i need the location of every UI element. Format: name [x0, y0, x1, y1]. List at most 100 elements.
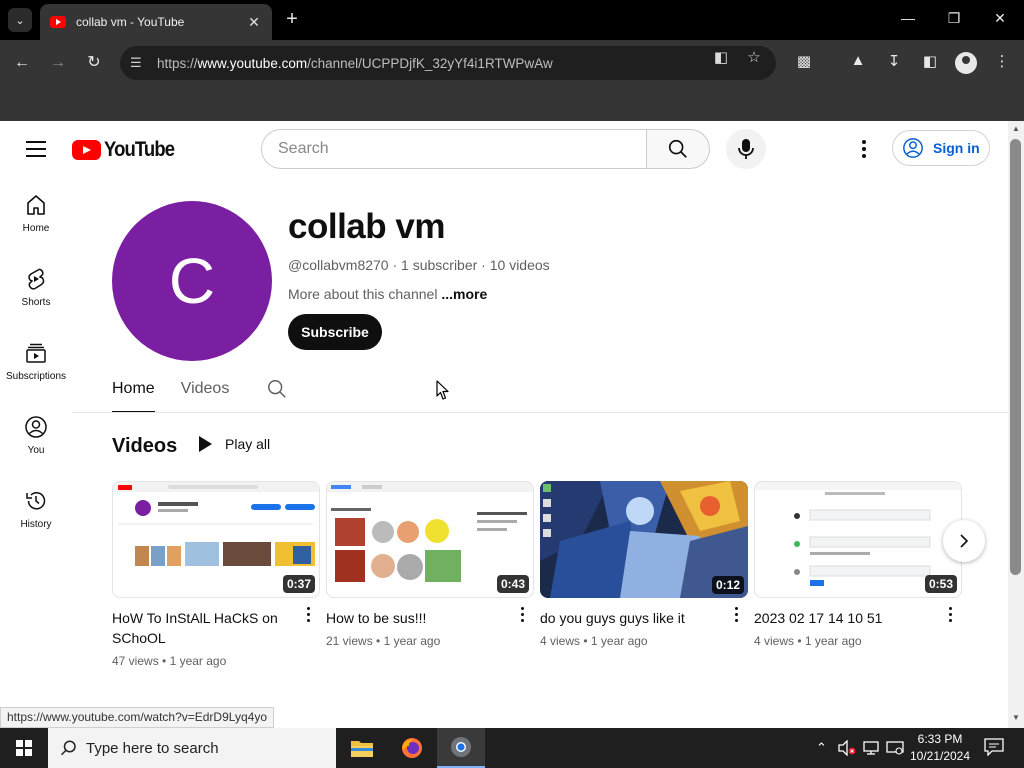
windows-start-icon[interactable] — [16, 740, 32, 756]
tab-videos[interactable]: Videos — [181, 365, 230, 413]
bookmarks-bar — [0, 86, 1024, 121]
link-status-bubble: https://www.youtube.com/watch?v=EdrD9Lyq… — [0, 707, 275, 728]
address-bar[interactable]: ☰ https://www.youtube.com/channel/UCPPDj… — [120, 46, 776, 80]
subscribe-button[interactable]: Subscribe — [288, 314, 382, 350]
extensions-icon[interactable]: ▩ — [793, 52, 815, 70]
firefox-icon — [402, 738, 422, 758]
guide-item-shorts[interactable]: Shorts — [0, 251, 72, 325]
taskbar-chrome[interactable] — [437, 728, 485, 768]
video-card[interactable]: 0:53 2023 02 17 14 10 51 4 views • 1 yea… — [754, 481, 962, 648]
video-menu-icon[interactable] — [510, 607, 534, 622]
tray-overflow-chevron-icon[interactable]: ⌃ — [816, 740, 827, 756]
sign-in-button[interactable]: Sign in — [892, 130, 990, 166]
shorts-icon — [28, 268, 45, 290]
video-thumbnail[interactable]: 0:12 — [540, 481, 748, 598]
settings-more-icon[interactable] — [852, 137, 876, 161]
back-icon[interactable]: ← — [11, 52, 33, 74]
scroll-up-icon[interactable]: ▲ — [1012, 124, 1020, 133]
youtube-wordmark: YouTube — [104, 138, 175, 161]
tab-search-dropdown-icon[interactable]: ⌄ — [8, 8, 32, 32]
microphone-icon — [738, 139, 754, 159]
video-card[interactable]: 0:12 do you guys guys like it 4 views • … — [540, 481, 748, 648]
scroll-down-icon[interactable]: ▼ — [1012, 713, 1020, 722]
guide-item-subscriptions[interactable]: Subscriptions — [0, 325, 72, 399]
guide-menu-icon[interactable] — [26, 141, 46, 157]
video-title[interactable]: 2023 02 17 14 10 51 — [754, 608, 962, 628]
voice-search-button[interactable] — [726, 129, 766, 169]
restore-icon[interactable]: ❐ — [944, 10, 964, 27]
taskbar-firefox[interactable] — [388, 728, 436, 768]
guide-item-home[interactable]: Home — [0, 177, 72, 251]
bookmark-star-icon[interactable]: ☆ — [744, 48, 764, 66]
search-input[interactable] — [278, 140, 646, 158]
subscriptions-icon — [26, 343, 46, 363]
page-scrollbar[interactable]: ▲ ▼ — [1008, 121, 1024, 728]
guide-label: Subscriptions — [5, 371, 67, 382]
play-icon — [199, 436, 212, 452]
tab-title: collab vm - YouTube — [76, 15, 185, 29]
downloads-icon[interactable]: ↧ — [883, 52, 905, 70]
channel-avatar[interactable]: C — [112, 201, 272, 361]
display-icon[interactable] — [886, 740, 904, 759]
video-card[interactable]: 0:37 HoW To InStAlL HaCkS on SChoOL 47 v… — [112, 481, 320, 668]
video-thumbnail[interactable]: 0:53 — [754, 481, 962, 598]
folder-icon — [351, 741, 373, 757]
volume-muted-icon[interactable] — [838, 739, 856, 759]
clock-time: 6:33 PM — [917, 732, 963, 746]
search-button[interactable] — [646, 129, 710, 169]
video-title[interactable]: do you guys guys like it — [540, 608, 748, 628]
browser-tabbar: ⌄ collab vm - YouTube ✕ + — ❐ ✕ — [0, 0, 1024, 40]
video-meta: 47 views • 1 year ago — [112, 654, 227, 668]
video-duration: 0:12 — [711, 576, 744, 594]
reload-icon[interactable]: ↻ — [83, 52, 105, 74]
forward-icon[interactable]: → — [47, 52, 69, 74]
youtube-logo[interactable]: YouTube — [72, 138, 184, 162]
network-icon[interactable] — [862, 740, 880, 759]
guide-label: History — [20, 519, 52, 530]
shelf-title[interactable]: Videos — [112, 435, 177, 458]
video-title[interactable]: How to be sus!!! — [326, 608, 534, 628]
guide-item-history[interactable]: History — [0, 473, 72, 547]
video-meta: 21 views • 1 year ago — [326, 634, 441, 648]
tab-close-icon[interactable]: ✕ — [246, 14, 262, 31]
play-all-label: Play all — [225, 436, 271, 452]
address-url[interactable]: https://www.youtube.com/channel/UCPPDjfK… — [157, 56, 553, 71]
video-menu-icon[interactable] — [724, 607, 748, 622]
scrollbar-thumb[interactable] — [1010, 139, 1021, 575]
sign-in-label: Sign in — [933, 140, 980, 156]
search-icon — [60, 740, 76, 756]
video-thumbnail[interactable]: 0:37 — [112, 481, 320, 598]
new-tab-icon[interactable]: + — [282, 9, 302, 29]
video-card[interactable]: 0:43 How to be sus!!! 21 views • 1 year … — [326, 481, 534, 648]
more-link[interactable]: ...more — [441, 286, 487, 302]
taskbar-file-explorer[interactable] — [338, 728, 386, 768]
side-panel-icon[interactable]: ◧ — [919, 52, 941, 70]
youtube-page: YouTube Sign in Home Shorts Subscription… — [0, 121, 1024, 728]
notifications-icon[interactable] — [984, 738, 1004, 759]
browser-toolbar: ← → ↻ ☰ https://www.youtube.com/channel/… — [0, 40, 1024, 86]
shelf-next-button[interactable] — [943, 520, 985, 562]
channel-about[interactable]: More about this channel ...more — [288, 286, 487, 302]
taskbar-search-box[interactable]: Type here to search — [48, 728, 336, 768]
play-all-button[interactable]: Play all — [195, 436, 270, 452]
video-thumbnail[interactable]: 0:43 — [326, 481, 534, 598]
minimize-icon[interactable]: — — [898, 10, 918, 26]
video-meta: 4 views • 1 year ago — [540, 634, 648, 648]
video-menu-icon[interactable] — [296, 607, 320, 622]
labs-flask-icon[interactable]: ▲ — [847, 52, 869, 69]
channel-name: collab vm — [288, 207, 445, 246]
channel-meta: @collabvm8270 · 1 subscriber · 10 videos — [288, 257, 550, 273]
site-info-icon[interactable]: ☰ — [130, 55, 152, 71]
taskbar-clock[interactable]: 6:33 PM 10/21/2024 — [906, 731, 974, 765]
mouse-cursor-icon — [436, 380, 449, 400]
profile-avatar-icon[interactable] — [955, 52, 977, 74]
video-menu-icon[interactable] — [938, 607, 962, 622]
browser-tab-active[interactable]: collab vm - YouTube ✕ — [40, 4, 272, 40]
close-window-icon[interactable]: ✕ — [990, 10, 1010, 27]
install-app-icon[interactable]: ◧ — [711, 48, 731, 66]
chrome-menu-icon[interactable]: ⋮ — [991, 52, 1013, 70]
guide-item-you[interactable]: You — [0, 399, 72, 473]
video-title[interactable]: HoW To InStAlL HaCkS on SChoOL — [112, 608, 320, 648]
tab-home[interactable]: Home — [112, 365, 155, 413]
channel-search-icon[interactable] — [266, 378, 288, 400]
